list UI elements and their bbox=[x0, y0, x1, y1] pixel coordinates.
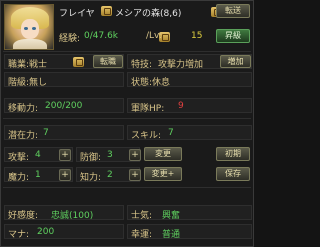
skill-value: 7 bbox=[168, 128, 174, 138]
seal-icon bbox=[73, 57, 84, 67]
stamina-row: 移動力: 200/200 bbox=[4, 98, 124, 114]
defense-value: 3 bbox=[107, 150, 113, 160]
change-plus-button[interactable]: 変更+ bbox=[144, 167, 182, 181]
stamina-label: 移動力: bbox=[8, 104, 39, 114]
job-label: 職業:戦士 bbox=[8, 60, 48, 70]
save-button[interactable]: 保存 bbox=[216, 167, 250, 181]
mana-label: マナ: bbox=[8, 230, 30, 240]
army-row: 軍隊HP: 9 bbox=[127, 98, 252, 114]
skill-row: スキル: 7 bbox=[127, 125, 252, 141]
attack-value: 4 bbox=[35, 150, 41, 160]
location-text: メシアの森(8,6) bbox=[115, 9, 182, 19]
attack-label: 攻撃: bbox=[8, 153, 30, 163]
divider bbox=[3, 51, 251, 52]
exp-label: 経験: bbox=[59, 34, 81, 44]
seal-icon bbox=[101, 6, 112, 16]
portrait-body bbox=[13, 39, 47, 49]
intel-plus-button[interactable]: + bbox=[129, 169, 141, 181]
mana-row: マナ: 200 bbox=[4, 224, 124, 240]
intel-label: 知力: bbox=[80, 173, 102, 183]
class-label: 階級:無し bbox=[8, 78, 48, 88]
affinity-label: 好感度: bbox=[8, 211, 39, 221]
special-label: 特技: bbox=[131, 60, 153, 70]
class-row: 階級:無し bbox=[4, 72, 124, 88]
morale-label: 士気: bbox=[131, 211, 153, 221]
init-button[interactable]: 初期 bbox=[216, 147, 250, 161]
exp-value: 0/47.6k bbox=[84, 31, 119, 41]
stamina-value: 200/200 bbox=[45, 101, 83, 111]
potential-row: 潜在力: 7 bbox=[4, 125, 124, 141]
lv-label: /Lv: bbox=[146, 31, 162, 41]
magic-plus-button[interactable]: + bbox=[59, 169, 71, 181]
attack-plus-button[interactable]: + bbox=[59, 149, 71, 161]
special-row: 特技: 攻撃力増加 増加 bbox=[127, 54, 252, 70]
divider bbox=[3, 187, 251, 188]
morale-value: 興奮 bbox=[162, 211, 181, 221]
change-button[interactable]: 変更 bbox=[144, 147, 182, 161]
army-label: 軍隊HP: bbox=[131, 104, 165, 114]
magic-label: 魔力: bbox=[8, 173, 30, 183]
mana-value: 200 bbox=[37, 227, 55, 237]
transfer-button[interactable]: 転送 bbox=[216, 4, 250, 18]
status-label: 状態:休息 bbox=[131, 78, 171, 88]
increase-button[interactable]: 増加 bbox=[220, 55, 251, 68]
special-value: 攻撃力増加 bbox=[158, 60, 204, 70]
army-value: 9 bbox=[178, 101, 184, 111]
change-job-button[interactable]: 転職 bbox=[93, 55, 123, 68]
potential-label: 潜在力: bbox=[8, 131, 39, 141]
intel-value: 2 bbox=[107, 170, 113, 180]
potential-value: 7 bbox=[43, 128, 49, 138]
defense-label: 防御: bbox=[80, 153, 102, 163]
luck-row: 幸運: 普通 bbox=[127, 224, 252, 240]
portrait-eye-right bbox=[32, 27, 36, 30]
job-row: 職業:戦士 転職 bbox=[4, 54, 124, 70]
luck-value: 普通 bbox=[162, 230, 181, 240]
divider bbox=[3, 118, 251, 119]
promote-button[interactable]: 昇級 bbox=[216, 29, 250, 43]
affinity-row: 好感度: 忠誠(100) bbox=[4, 205, 124, 221]
character-portrait bbox=[4, 4, 54, 50]
affinity-value: 忠誠(100) bbox=[51, 211, 94, 221]
magic-value: 1 bbox=[35, 170, 41, 180]
character-panel: フレイヤ メシアの森(8,6) 転送 経験: 0/47.6k /Lv: 15 昇… bbox=[0, 0, 254, 247]
lv-value: 15 bbox=[191, 31, 203, 41]
morale-row: 士気: 興奮 bbox=[127, 205, 252, 221]
status-row: 状態:休息 bbox=[127, 72, 252, 88]
luck-label: 幸運: bbox=[131, 230, 153, 240]
defense-plus-button[interactable]: + bbox=[129, 149, 141, 161]
character-name: フレイヤ bbox=[59, 9, 95, 19]
skill-label: スキル: bbox=[131, 131, 162, 141]
portrait-eye-left bbox=[24, 27, 28, 30]
